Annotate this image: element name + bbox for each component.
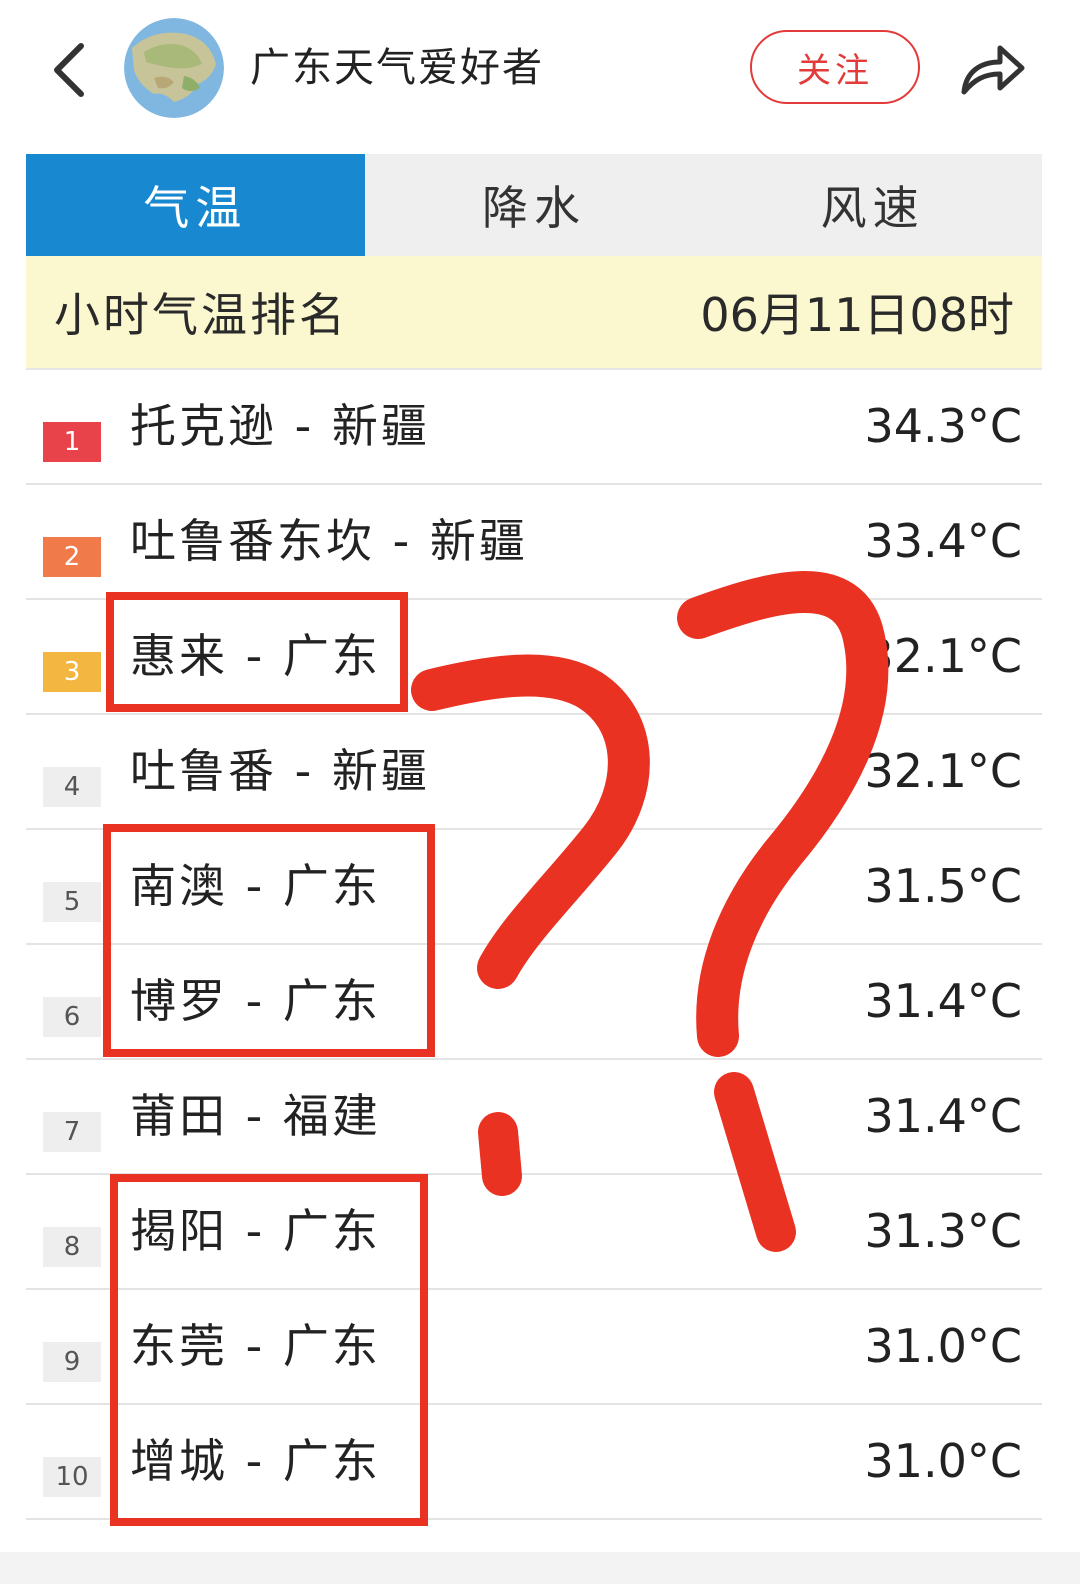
temperature-value: 31.4°C [864,1089,1022,1143]
temperature-value: 34.3°C [864,399,1022,453]
temperature-value: 31.5°C [864,859,1022,913]
ranking-row[interactable]: 7 莆田 - 福建 31.4°C [26,1060,1042,1175]
temperature-value: 31.0°C [864,1434,1022,1488]
ranking-row[interactable]: 10 增城 - 广东 31.0°C [26,1405,1042,1520]
avatar[interactable] [124,18,224,118]
station-name: 吐鲁番 - 新疆 [130,744,430,798]
tab-bar: 气温 降水 风速 [26,154,1042,256]
follow-button[interactable]: 关注 [750,30,920,104]
temperature-value: 31.3°C [864,1204,1022,1258]
ranking-row[interactable]: 9 东莞 - 广东 31.0°C [26,1290,1042,1405]
ranking-header: 小时气温排名 06月11日08时 [26,256,1042,370]
rank-badge: 7 [43,1112,101,1152]
tab-precipitation[interactable]: 降水 [365,154,704,256]
temperature-value: 32.1°C [864,744,1022,798]
station-name: 惠来 - 广东 [130,629,381,683]
rank-badge: 8 [43,1227,101,1267]
ranking-row[interactable]: 4 吐鲁番 - 新疆 32.1°C [26,715,1042,830]
station-name: 增城 - 广东 [130,1434,381,1488]
ranking-row[interactable]: 2 吐鲁番东坎 - 新疆 33.4°C [26,485,1042,600]
temperature-value: 33.4°C [864,514,1022,568]
share-arrow-icon [961,45,1025,95]
station-name: 东莞 - 广东 [130,1319,381,1373]
station-name: 揭阳 - 广东 [130,1204,381,1258]
ranking-row[interactable]: 3 惠来 - 广东 32.1°C [26,600,1042,715]
temperature-value: 31.0°C [864,1319,1022,1373]
ranking-row[interactable]: 6 博罗 - 广东 31.4°C [26,945,1042,1060]
temperature-value: 31.4°C [864,974,1022,1028]
bottom-strip [0,1552,1080,1584]
rank-badge: 3 [43,652,101,692]
ranking-title: 小时气温排名 [54,288,348,342]
share-button[interactable] [958,38,1028,98]
ranking-card: 气温 降水 风速 小时气温排名 06月11日08时 1 托克逊 - 新疆 34.… [26,154,1042,1520]
station-name: 博罗 - 广东 [130,974,381,1028]
ranking-list: 1 托克逊 - 新疆 34.3°C 2 吐鲁番东坎 - 新疆 33.4°C 3 … [26,370,1042,1520]
station-name: 吐鲁番东坎 - 新疆 [130,514,528,568]
ranking-row[interactable]: 1 托克逊 - 新疆 34.3°C [26,370,1042,485]
rank-badge: 10 [43,1457,101,1497]
rank-badge: 1 [43,422,101,462]
back-button[interactable] [44,40,94,100]
top-bar: 广东天气爱好者 关注 [0,0,1080,140]
ranking-row[interactable]: 5 南澳 - 广东 31.5°C [26,830,1042,945]
rank-badge: 6 [43,997,101,1037]
back-chevron-icon [54,43,84,97]
station-name: 莆田 - 福建 [130,1089,381,1143]
station-name: 南澳 - 广东 [130,859,381,913]
tab-wind-speed[interactable]: 风速 [703,154,1042,256]
temperature-value: 32.1°C [864,629,1022,683]
ranking-row[interactable]: 8 揭阳 - 广东 31.3°C [26,1175,1042,1290]
tab-temperature[interactable]: 气温 [26,154,365,256]
ranking-time: 06月11日08时 [700,288,1014,342]
station-name: 托克逊 - 新疆 [130,399,430,453]
rank-badge: 5 [43,882,101,922]
rank-badge: 4 [43,767,101,807]
account-name[interactable]: 广东天气爱好者 [250,40,544,96]
avatar-map-icon [124,18,224,118]
rank-badge: 2 [43,537,101,577]
rank-badge: 9 [43,1342,101,1382]
